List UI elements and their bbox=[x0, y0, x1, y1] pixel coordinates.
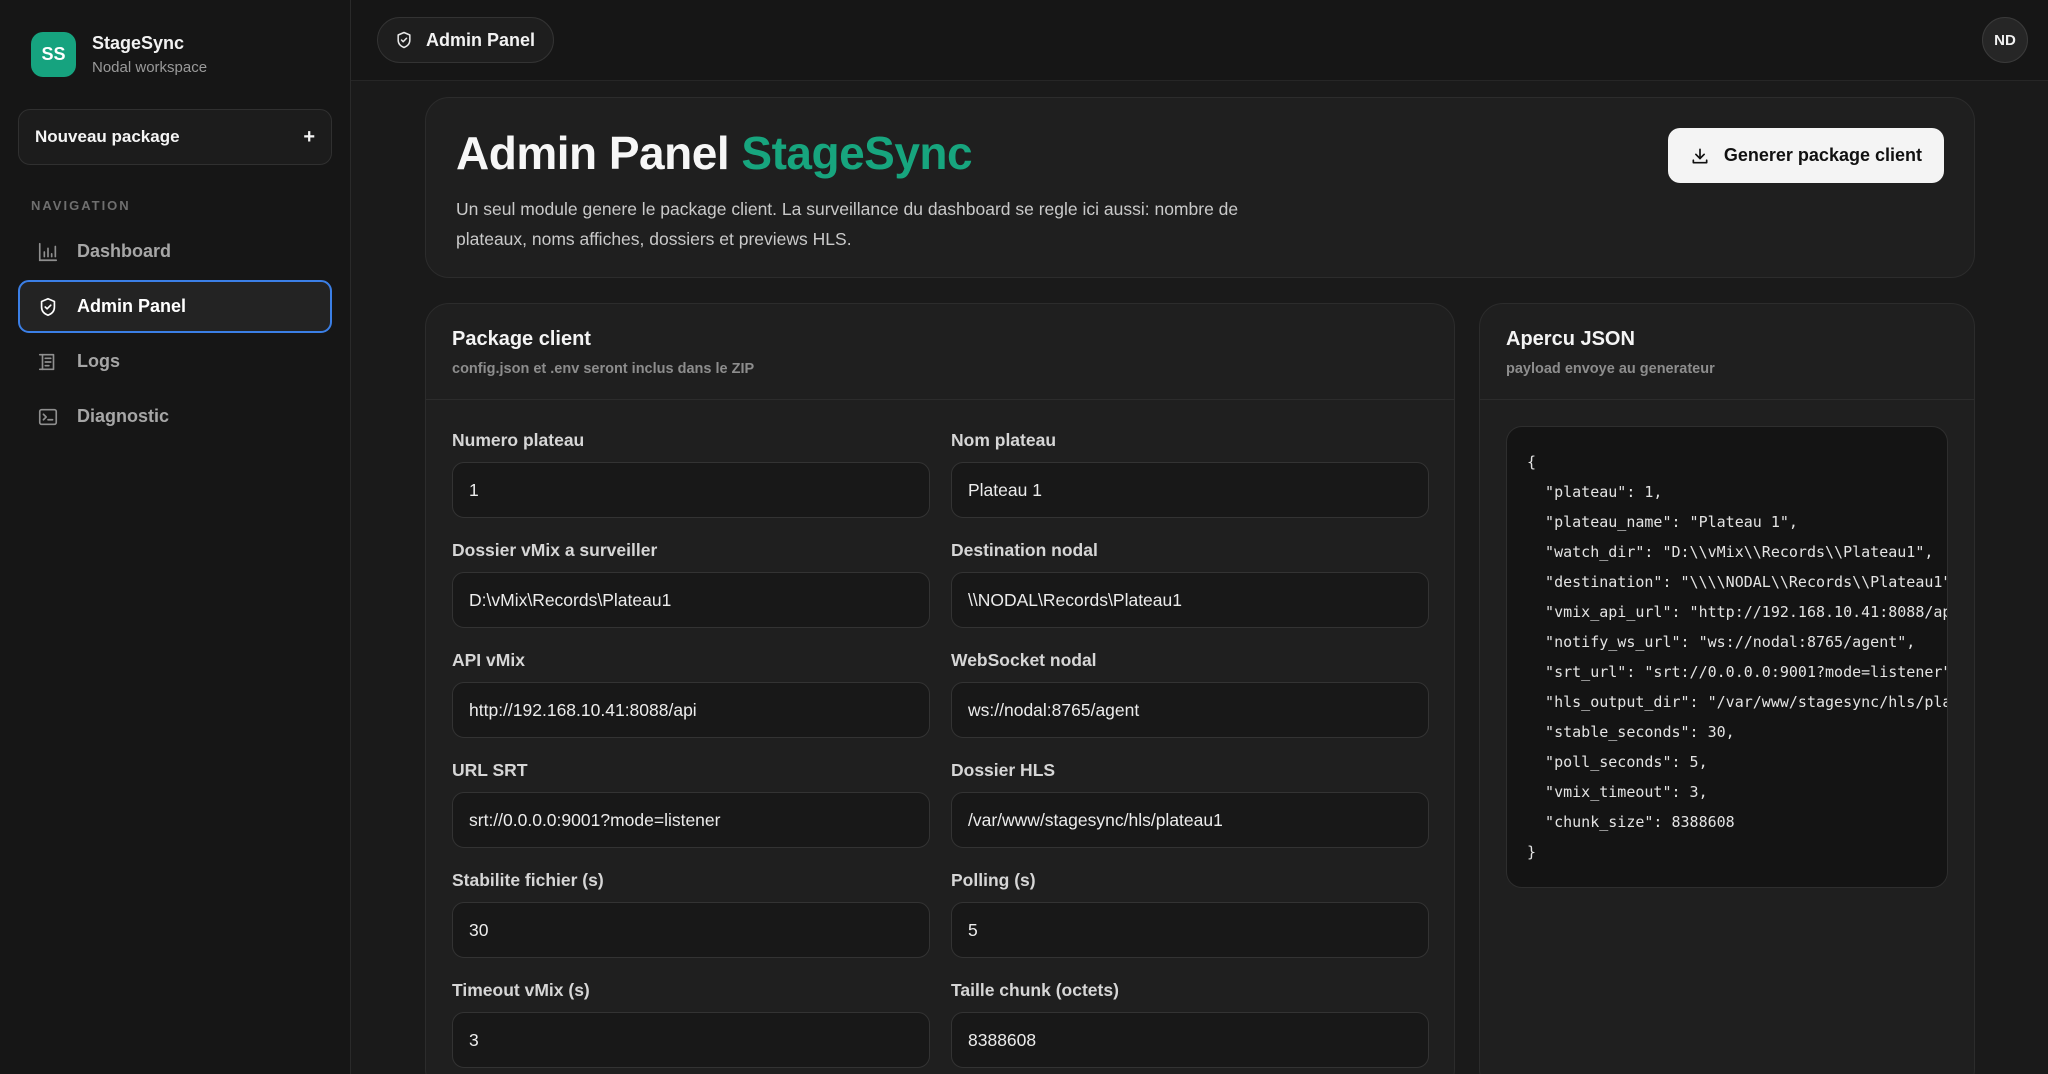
card-header: Package client config.json et .env seron… bbox=[426, 304, 1454, 400]
brand-subtitle: Nodal workspace bbox=[92, 59, 208, 76]
code-line: "stable_seconds": 30, bbox=[1527, 723, 1735, 741]
card-subtitle: payload envoye au generateur bbox=[1506, 361, 1715, 377]
code-line: "chunk_size": 8388608 bbox=[1527, 813, 1735, 831]
field-api-vmix: API vMix http://192.168.10.41:8088/api bbox=[452, 646, 930, 756]
sidebar-item-admin-panel[interactable]: Admin Panel bbox=[18, 280, 332, 333]
field-timeout-vmix: Timeout vMix (s) 3 bbox=[452, 976, 930, 1074]
new-package-label: Nouveau package bbox=[35, 127, 180, 146]
card-title: Package client bbox=[452, 328, 591, 350]
package-form: Numero plateau 1 Nom plateau Plateau 1 D… bbox=[426, 400, 1454, 1074]
card-subtitle: config.json et .env seront inclus dans l… bbox=[452, 361, 755, 377]
field-dossier-hls: Dossier HLS /var/www/stagesync/hls/plate… bbox=[951, 756, 1429, 866]
websocket-nodal-input[interactable]: ws://nodal:8765/agent bbox=[951, 682, 1429, 738]
code-line: { bbox=[1527, 453, 1537, 471]
terminal-icon bbox=[37, 406, 59, 428]
field-websocket-nodal: WebSocket nodal ws://nodal:8765/agent bbox=[951, 646, 1429, 756]
sidebar-item-label: Diagnostic bbox=[77, 406, 170, 426]
field-numero-plateau: Numero plateau 1 bbox=[452, 426, 930, 536]
brand-logo[interactable]: SS bbox=[31, 32, 76, 77]
sidebar: SS StageSync Nodal workspace Nouveau pac… bbox=[0, 0, 351, 1074]
brand-text: StageSync Nodal workspace bbox=[92, 33, 207, 76]
field-label: Numero plateau bbox=[452, 430, 585, 450]
page-title-accent: StageSync bbox=[741, 127, 973, 179]
field-destination-nodal: Destination nodal \\NODAL\Records\Platea… bbox=[951, 536, 1429, 646]
logs-icon bbox=[37, 351, 59, 373]
nav-list: Dashboard Admin Panel Logs Diagnostic bbox=[18, 225, 332, 443]
sidebar-item-diagnostic[interactable]: Diagnostic bbox=[18, 390, 332, 443]
brand: SS StageSync Nodal workspace bbox=[18, 0, 332, 77]
code-line: "vmix_api_url": "http://192.168.10.41:80… bbox=[1527, 603, 1948, 621]
field-label: API vMix bbox=[452, 650, 525, 670]
card-header: Apercu JSON payload envoye au generateur bbox=[1480, 304, 1974, 400]
code-line: "watch_dir": "D:\\vMix\\Records\\Plateau… bbox=[1527, 543, 1934, 561]
code-line: "plateau_name": "Plateau 1", bbox=[1527, 513, 1798, 531]
field-label: Dossier vMix a surveiller bbox=[452, 540, 658, 560]
sidebar-item-label: Dashboard bbox=[77, 241, 172, 261]
code-line: "plateau": 1, bbox=[1527, 483, 1663, 501]
brand-name: StageSync bbox=[92, 33, 185, 53]
code-line: "hls_output_dir": "/var/www/stagesync/hl… bbox=[1545, 693, 1947, 711]
nav-heading: NAVIGATION bbox=[31, 198, 131, 213]
shield-icon bbox=[37, 296, 59, 318]
page-description: Un seul module genere le package client.… bbox=[456, 199, 1239, 249]
code-line: "destination": "\\\\NODAL\\Records\\Plat… bbox=[1527, 573, 1948, 591]
field-label: Dossier HLS bbox=[951, 760, 1056, 780]
numero-plateau-input[interactable]: 1 bbox=[452, 462, 930, 518]
main-content: Admin Panel ND Admin Panel StageSync Un … bbox=[351, 0, 2048, 1074]
stabilite-fichier-input[interactable]: 30 bbox=[452, 902, 930, 958]
bar-chart-icon bbox=[37, 241, 59, 263]
dossier-vmix-input[interactable]: D:\vMix\Records\Plateau1 bbox=[452, 572, 930, 628]
timeout-vmix-input[interactable]: 3 bbox=[452, 1012, 930, 1068]
field-nom-plateau: Nom plateau Plateau 1 bbox=[951, 426, 1429, 536]
code-line: "vmix_timeout": 3, bbox=[1527, 783, 1708, 801]
taille-chunk-input[interactable]: 8388608 bbox=[951, 1012, 1429, 1068]
code-line: "srt_url": "srt://0.0.0.0:9001?mode=list… bbox=[1527, 663, 1948, 681]
polling-input[interactable]: 5 bbox=[951, 902, 1429, 958]
page-title-text: Admin Panel bbox=[456, 127, 730, 179]
code-line: } bbox=[1527, 843, 1537, 861]
avatar[interactable]: ND bbox=[1982, 17, 2028, 63]
sidebar-item-label: Admin Panel bbox=[77, 296, 187, 316]
package-client-card: Package client config.json et .env seron… bbox=[425, 303, 1455, 1074]
field-dossier-vmix: Dossier vMix a surveiller D:\vMix\Record… bbox=[452, 536, 930, 646]
sidebar-item-dashboard[interactable]: Dashboard bbox=[18, 225, 332, 278]
field-polling: Polling (s) 5 bbox=[951, 866, 1429, 976]
sidebar-item-logs[interactable]: Logs bbox=[18, 335, 332, 388]
field-label: Nom plateau bbox=[951, 430, 1057, 450]
json-preview-card: Apercu JSON payload envoye au generateur… bbox=[1479, 303, 1975, 1074]
download-icon bbox=[1690, 146, 1710, 166]
topbar: Admin Panel ND bbox=[351, 0, 2048, 81]
field-label: Stabilite fichier (s) bbox=[452, 870, 604, 890]
field-label: WebSocket nodal bbox=[951, 650, 1097, 670]
field-label: Taille chunk (octets) bbox=[951, 980, 1119, 1000]
breadcrumb-label: Admin Panel bbox=[426, 29, 536, 50]
field-label: URL SRT bbox=[452, 760, 528, 780]
hero-card: Admin Panel StageSync Un seul module gen… bbox=[425, 97, 1975, 278]
field-url-srt: URL SRT srt://0.0.0.0:9001?mode=listener bbox=[452, 756, 930, 866]
url-srt-input[interactable]: srt://0.0.0.0:9001?mode=listener bbox=[452, 792, 930, 848]
card-title: Apercu JSON bbox=[1506, 328, 1635, 350]
field-taille-chunk: Taille chunk (octets) 8388608 bbox=[951, 976, 1429, 1074]
code-line: "notify_ws_url": "ws://nodal:8765/agent"… bbox=[1527, 633, 1916, 651]
breadcrumb[interactable]: Admin Panel bbox=[377, 17, 555, 63]
json-code-block[interactable]: { "plateau": 1, "plateau_name": "Plateau… bbox=[1506, 426, 1948, 888]
sidebar-item-label: Logs bbox=[77, 351, 120, 371]
field-label: Destination nodal bbox=[951, 540, 1098, 560]
field-label: Polling (s) bbox=[951, 870, 1036, 890]
field-stabilite-fichier: Stabilite fichier (s) 30 bbox=[452, 866, 930, 976]
generate-package-button[interactable]: Generer package client bbox=[1667, 128, 1944, 183]
shield-icon bbox=[394, 30, 414, 50]
nom-plateau-input[interactable]: Plateau 1 bbox=[951, 462, 1429, 518]
plus-icon: + bbox=[303, 125, 315, 148]
dossier-hls-input[interactable]: /var/www/stagesync/hls/plateau1 bbox=[951, 792, 1429, 848]
field-label: Timeout vMix (s) bbox=[452, 980, 590, 1000]
generate-package-label: Generer package client bbox=[1723, 145, 1922, 165]
code-line: "poll_seconds": 5, bbox=[1527, 753, 1708, 771]
api-vmix-input[interactable]: http://192.168.10.41:8088/api bbox=[452, 682, 930, 738]
destination-nodal-input[interactable]: \\NODAL\Records\Plateau1 bbox=[951, 572, 1429, 628]
new-package-button[interactable]: Nouveau package + bbox=[18, 109, 332, 165]
